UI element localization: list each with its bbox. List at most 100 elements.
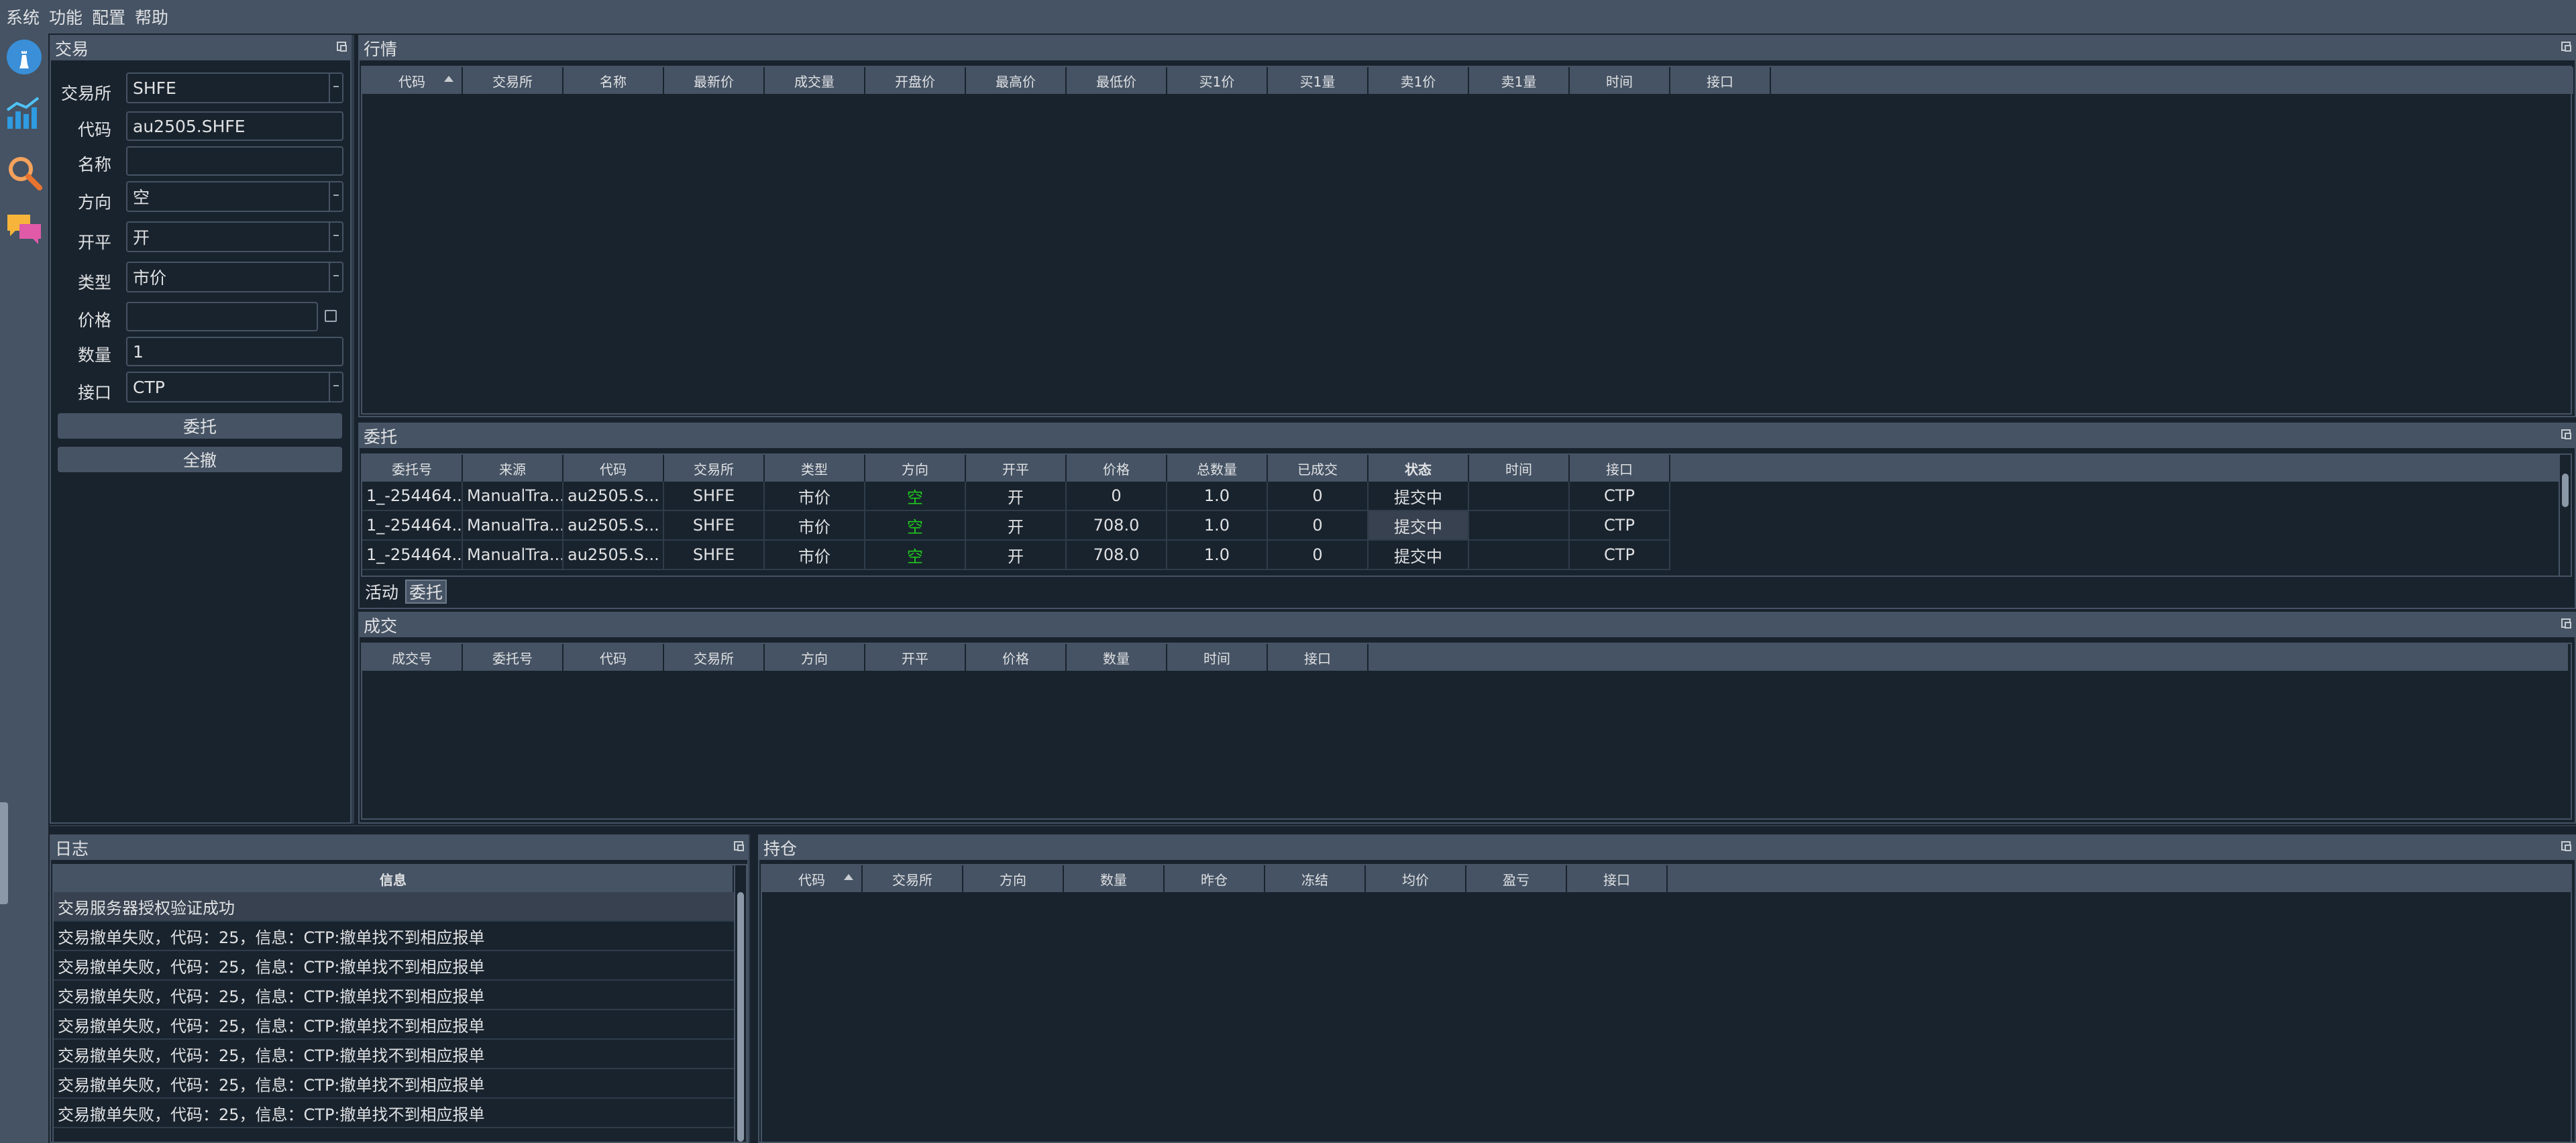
float-icon[interactable] [2561, 618, 2571, 629]
col-header[interactable]: 冻结 [1265, 865, 1366, 892]
gateway-select[interactable]: CTP [126, 372, 343, 402]
splitter[interactable] [749, 834, 758, 1143]
log-row[interactable]: 交易撤单失败，代码：25，信息：CTP:撤单找不到相应报单 [54, 1010, 738, 1040]
col-header[interactable]: 卖1价 [1368, 67, 1469, 94]
col-header[interactable]: 代码 [564, 644, 664, 671]
col-header[interactable]: 最低价 [1067, 67, 1167, 94]
col-header[interactable]: 时间 [1469, 455, 1570, 482]
chat-icon[interactable] [5, 209, 44, 248]
scrollbar-thumb[interactable] [737, 892, 744, 1142]
log-row[interactable]: 交易服务器授权验证成功 [54, 892, 738, 922]
col-header[interactable]: 委托号 [362, 455, 463, 482]
col-header[interactable]: 时间 [1570, 67, 1670, 94]
float-icon[interactable] [2561, 841, 2571, 851]
log-scrollbar[interactable] [734, 865, 746, 1142]
col-header[interactable]: 最高价 [966, 67, 1067, 94]
col-header[interactable]: 已成交 [1268, 455, 1368, 482]
float-icon[interactable] [337, 42, 347, 52]
log-row[interactable]: 交易撤单失败，代码：25，信息：CTP:撤单找不到相应报单 [54, 1069, 738, 1099]
type-select[interactable]: 市价 [126, 262, 343, 292]
panel-title: 持仓 [759, 836, 2575, 860]
log-row[interactable]: 交易撤单失败，代码：25，信息：CTP:撤单找不到相应报单 [54, 951, 738, 981]
tab-all-orders[interactable]: 委托 [405, 580, 447, 604]
col-header[interactable]: 买1量 [1268, 67, 1368, 94]
col-header[interactable]: 交易所 [863, 865, 963, 892]
col-header[interactable]: 盈亏 [1466, 865, 1567, 892]
col-header[interactable]: 昨仓 [1165, 865, 1265, 892]
order-table-scrollbar[interactable] [2559, 455, 2571, 576]
col-header[interactable]: 开平 [966, 455, 1067, 482]
col-header[interactable]: 交易所 [463, 67, 564, 94]
trade-chess-icon[interactable] [5, 38, 44, 76]
volume-input[interactable]: 1 [126, 337, 343, 366]
col-header[interactable]: 成交量 [765, 67, 865, 94]
exchange-select[interactable]: SHFE [126, 72, 343, 103]
col-header[interactable]: 委托号 [463, 644, 564, 671]
menu-help[interactable]: 帮助 [129, 5, 172, 29]
search-icon[interactable] [5, 153, 44, 192]
col-header[interactable]: 代码 [564, 455, 664, 482]
col-header[interactable]: 买1价 [1167, 67, 1268, 94]
col-header[interactable]: 交易所 [664, 455, 765, 482]
offset-select[interactable]: 开 [126, 221, 343, 252]
sidebar-resize-handle[interactable] [0, 802, 8, 904]
log-row[interactable]: 交易撤单失败，代码：25，信息：CTP:撤单找不到相应报单 [54, 1099, 738, 1128]
col-header[interactable]: 最新价 [664, 67, 765, 94]
col-header[interactable]: 方向 [865, 455, 966, 482]
scrollbar-thumb[interactable] [2562, 474, 2569, 507]
col-header[interactable]: 总数量 [1167, 455, 1268, 482]
col-header[interactable]: 接口 [1670, 67, 1771, 94]
gateway-value: CTP [133, 377, 165, 397]
col-header[interactable]: 代码 [362, 67, 463, 94]
table-row[interactable]: 1_-254464... ManualTra... au2505.S... SH… [362, 511, 1670, 541]
price-input[interactable] [126, 302, 318, 331]
chevron-down-icon [329, 74, 342, 102]
col-header[interactable]: 信息 [54, 865, 734, 892]
table-row[interactable]: 1_-254464... ManualTra... au2505.S... SH… [362, 541, 1670, 570]
table-row[interactable]: 1_-254464... ManualTra... au2505.S... SH… [362, 482, 1670, 511]
col-header[interactable]: 交易所 [664, 644, 765, 671]
header-filler [1670, 455, 2561, 482]
col-header[interactable]: 来源 [463, 455, 564, 482]
col-header[interactable]: 接口 [1570, 455, 1670, 482]
col-header[interactable]: 时间 [1167, 644, 1268, 671]
col-header[interactable]: 名称 [564, 67, 664, 94]
col-header[interactable]: 数量 [1064, 865, 1165, 892]
col-header[interactable]: 开平 [865, 644, 966, 671]
order-direction: 空 [865, 482, 966, 511]
log-row[interactable]: 交易撤单失败，代码：25，信息：CTP:撤单找不到相应报单 [54, 1040, 738, 1069]
col-header[interactable]: 价格 [966, 644, 1067, 671]
col-header[interactable]: 接口 [1268, 644, 1368, 671]
float-icon[interactable] [734, 841, 744, 851]
splitter[interactable] [352, 35, 354, 824]
col-header[interactable]: 卖1量 [1469, 67, 1570, 94]
col-header[interactable]: 代码 [762, 865, 863, 892]
cancel-all-button[interactable]: 全撤 [58, 447, 342, 472]
menu-config[interactable]: 配置 [86, 5, 129, 29]
float-icon[interactable] [2561, 429, 2571, 439]
float-icon[interactable] [2561, 42, 2571, 52]
col-header[interactable]: 方向 [765, 644, 865, 671]
chart-bars-icon[interactable] [5, 93, 44, 131]
name-input[interactable] [126, 146, 343, 176]
log-row[interactable]: 交易撤单失败，代码：25，信息：CTP:撤单找不到相应报单 [54, 922, 738, 951]
col-header[interactable]: 类型 [765, 455, 865, 482]
menu-system[interactable]: 系统 [0, 5, 43, 29]
direction-select[interactable]: 空 [126, 181, 343, 212]
menu-function[interactable]: 功能 [43, 5, 86, 29]
send-order-button[interactable]: 委托 [58, 413, 342, 439]
log-row[interactable]: 交易撤单失败，代码：25，信息：CTP:撤单找不到相应报单 [54, 981, 738, 1010]
col-header[interactable]: 开盘价 [865, 67, 966, 94]
col-header[interactable]: 数量 [1067, 644, 1167, 671]
col-header[interactable]: 接口 [1567, 865, 1668, 892]
symbol-input[interactable]: au2505.SHFE [126, 111, 343, 141]
price-checkbox[interactable] [325, 310, 337, 322]
tab-active-orders[interactable]: 活动 [362, 580, 401, 604]
col-header[interactable]: 价格 [1067, 455, 1167, 482]
col-header[interactable]: 均价 [1366, 865, 1466, 892]
col-header[interactable]: 方向 [963, 865, 1064, 892]
col-header[interactable]: 状态 [1368, 455, 1469, 482]
order-id: 1_-254464... [362, 541, 463, 570]
col-header[interactable]: 成交号 [362, 644, 463, 671]
order-traded: 0 [1268, 511, 1368, 541]
